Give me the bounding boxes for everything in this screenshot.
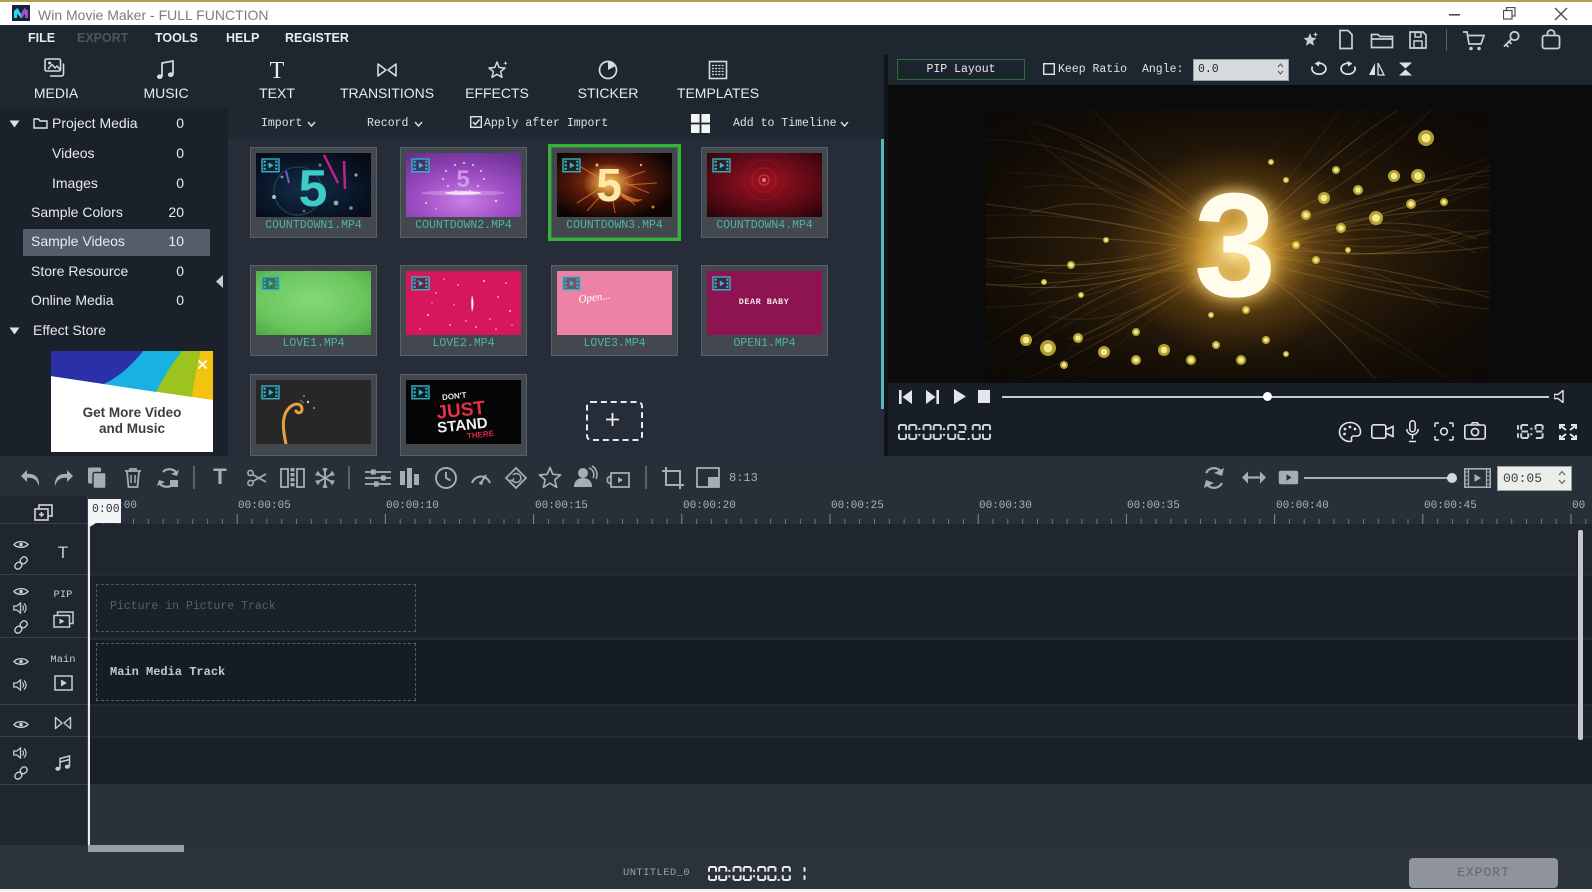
svg-text:5: 5 — [596, 159, 622, 211]
svg-text:5: 5 — [299, 160, 328, 217]
svg-text:DEAR BABY: DEAR BABY — [739, 297, 790, 307]
svg-text:5: 5 — [456, 166, 469, 193]
svg-text:3: 3 — [1194, 163, 1276, 328]
